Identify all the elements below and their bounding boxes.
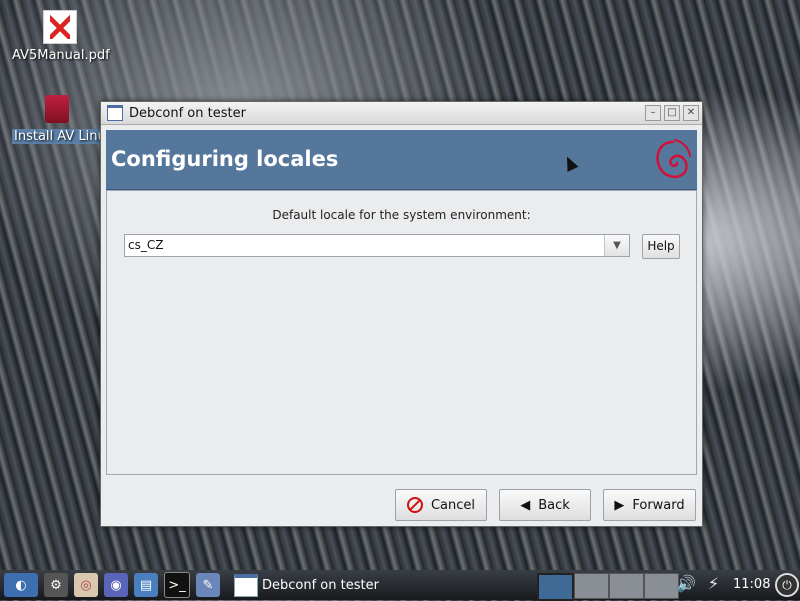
network-icon[interactable]: ⚡ — [708, 574, 719, 593]
system-settings-icon[interactable]: ⚙ — [44, 573, 68, 597]
workspace-3[interactable] — [609, 573, 644, 599]
debian-icon[interactable]: ◎ — [74, 573, 98, 597]
workspace-1[interactable] — [537, 573, 574, 601]
cancel-icon — [406, 497, 423, 513]
cancel-button[interactable]: Cancel — [395, 489, 487, 521]
arrow-right-icon: ▶ — [614, 497, 625, 513]
cancel-button-label: Cancel — [430, 497, 476, 513]
book-icon — [45, 95, 69, 123]
web-browser-icon[interactable]: ◉ — [104, 573, 128, 597]
debconf-window: Debconf on tester – □ ✕ Configuring loca… — [100, 101, 703, 527]
locale-select[interactable]: cs_CZ ▼ — [124, 234, 630, 257]
forward-button[interactable]: ▶ Forward — [603, 489, 696, 521]
content-panel: Default locale for the system environmen… — [106, 190, 697, 475]
close-button[interactable]: ✕ — [683, 105, 699, 121]
back-button[interactable]: ◀ Back — [499, 489, 591, 521]
clock[interactable]: 11:08 — [733, 577, 770, 592]
system-tray: 🔊 ⚡ — [676, 574, 719, 593]
chevron-down-icon[interactable]: ▼ — [604, 235, 629, 256]
desktop-icon-av5manual[interactable]: AV5Manual.pdf — [12, 10, 110, 63]
window-icon — [107, 105, 123, 121]
desktop-icon-install[interactable]: Install AV Linu — [12, 95, 108, 144]
help-button[interactable]: Help — [642, 234, 680, 259]
text-editor-icon[interactable]: ✎ — [196, 573, 220, 597]
desktop-icon-label: Install AV Linu — [12, 129, 108, 144]
page-title: Configuring locales — [111, 147, 339, 171]
locale-prompt: Default locale for the system environmen… — [272, 208, 531, 222]
maximize-button[interactable]: □ — [664, 105, 680, 121]
forward-button-label: Forward — [632, 497, 685, 513]
volume-icon[interactable]: 🔊 — [676, 574, 696, 593]
start-menu-icon[interactable]: ◐ — [4, 573, 38, 597]
workspace-2[interactable] — [574, 573, 609, 599]
terminal-icon[interactable]: >_ — [164, 572, 190, 598]
debian-swirl-logo — [656, 139, 691, 178]
window-title: Debconf on tester — [129, 105, 246, 121]
locale-select-value: cs_CZ — [128, 238, 164, 252]
task-entry-label: Debconf on tester — [262, 577, 379, 593]
workspace-pager[interactable] — [537, 573, 679, 601]
desktop-icon-label: AV5Manual.pdf — [12, 48, 110, 63]
minimize-button[interactable]: – — [645, 105, 661, 121]
window-titlebar[interactable]: Debconf on tester – □ ✕ — [101, 102, 702, 125]
taskbar: ◐ ⚙ ◎ ◉ ▤ >_ ✎ Debconf on tester 🔊 ⚡ 11:… — [0, 570, 800, 601]
pdf-icon — [42, 10, 77, 44]
power-icon[interactable]: ⏻ — [775, 573, 799, 597]
file-manager-icon[interactable]: ▤ — [134, 573, 158, 597]
header-banner: Configuring locales — [106, 130, 697, 190]
workspace-4[interactable] — [644, 573, 679, 599]
task-entry-debconf[interactable]: Debconf on tester — [234, 572, 379, 598]
arrow-left-icon: ◀ — [520, 497, 531, 513]
back-button-label: Back — [538, 497, 570, 513]
window-icon — [234, 573, 258, 597]
